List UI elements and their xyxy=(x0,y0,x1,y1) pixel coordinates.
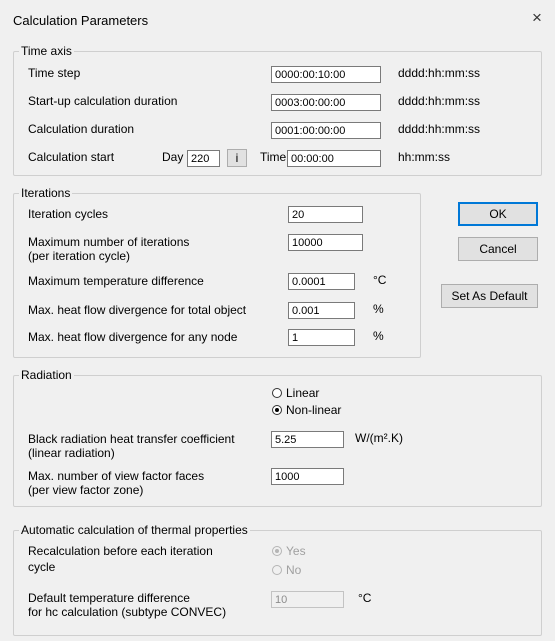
heat-node-unit: % xyxy=(373,329,384,343)
time-step-format: dddd:hh:mm:ss xyxy=(398,66,481,80)
startup-duration-format: dddd:hh:mm:ss xyxy=(398,94,481,108)
set-as-default-button[interactable]: Set As Default xyxy=(441,284,538,308)
max-iterations-field[interactable]: 10000 xyxy=(288,234,363,251)
heat-total-unit: % xyxy=(373,302,384,316)
calc-duration-label: Calculation duration xyxy=(28,122,135,136)
time-step-label: Time step xyxy=(28,66,81,80)
iteration-cycles-label: Iteration cycles xyxy=(28,207,109,221)
day-label: Day xyxy=(162,150,184,164)
start-time-field[interactable]: 00:00:00 xyxy=(287,150,381,167)
dialog-title: Calculation Parameters xyxy=(13,13,149,28)
cancel-button[interactable]: Cancel xyxy=(458,237,538,261)
heat-node-field[interactable]: 1 xyxy=(288,329,355,346)
nonlinear-radio[interactable] xyxy=(272,405,282,415)
max-temp-diff-label: Maximum temperature difference xyxy=(28,274,204,288)
recalc-sublabel: cycle xyxy=(28,560,56,574)
nonlinear-radio-label[interactable]: Non-linear xyxy=(286,404,341,417)
radiation-legend: Radiation xyxy=(19,368,74,382)
recalc-yes-label: Yes xyxy=(286,544,306,558)
max-temp-diff-unit: °C xyxy=(373,273,387,287)
black-coeff-field[interactable]: 5.25 xyxy=(271,431,344,448)
day-field[interactable]: 220 xyxy=(187,150,220,167)
black-coeff-sublabel: (linear radiation) xyxy=(28,446,115,460)
iterations-legend: Iterations xyxy=(19,186,73,200)
heat-total-field[interactable]: 0.001 xyxy=(288,302,355,319)
heat-node-label: Max. heat flow divergence for any node xyxy=(28,330,238,344)
hc-diff-sublabel: for hc calculation (subtype CONVEC) xyxy=(28,605,227,619)
time-axis-legend: Time axis xyxy=(19,44,74,58)
view-factor-field[interactable]: 1000 xyxy=(271,468,344,485)
max-temp-diff-field[interactable]: 0.0001 xyxy=(288,273,355,290)
recalc-no-radio xyxy=(272,565,282,575)
hc-diff-label: Default temperature difference xyxy=(28,591,190,605)
view-factor-sublabel: (per view factor zone) xyxy=(28,483,144,497)
max-iterations-sublabel: (per iteration cycle) xyxy=(28,249,131,263)
time-step-field[interactable]: 0000:00:10:00 xyxy=(271,66,381,83)
calc-duration-field[interactable]: 0001:00:00:00 xyxy=(271,122,381,139)
hc-diff-field: 10 xyxy=(271,591,344,608)
ok-button[interactable]: OK xyxy=(458,202,538,226)
black-coeff-label: Black radiation heat transfer coefficien… xyxy=(28,432,235,446)
calc-start-label: Calculation start xyxy=(28,150,115,164)
thermal-legend: Automatic calculation of thermal propert… xyxy=(19,523,250,537)
view-factor-label: Max. number of view factor faces xyxy=(28,469,205,483)
linear-radio-label[interactable]: Linear xyxy=(286,387,319,400)
iteration-cycles-field[interactable]: 20 xyxy=(288,206,363,223)
heat-total-label: Max. heat flow divergence for total obje… xyxy=(28,303,247,317)
recalc-no-label: No xyxy=(286,563,302,577)
close-icon[interactable]: × xyxy=(532,8,542,28)
calc-duration-format: dddd:hh:mm:ss xyxy=(398,122,481,136)
linear-radio[interactable] xyxy=(272,388,282,398)
time-label: Time xyxy=(260,150,287,164)
black-coeff-unit: W/(m².K) xyxy=(355,431,403,445)
startup-duration-label: Start-up calculation duration xyxy=(28,94,178,108)
start-time-format: hh:mm:ss xyxy=(398,150,451,164)
day-info-button[interactable]: i xyxy=(227,149,247,167)
max-iterations-label: Maximum number of iterations xyxy=(28,235,190,249)
startup-duration-field[interactable]: 0003:00:00:00 xyxy=(271,94,381,111)
recalc-label: Recalculation before each iteration xyxy=(28,544,213,558)
recalc-yes-radio xyxy=(272,546,282,556)
hc-diff-unit: °C xyxy=(358,591,372,605)
